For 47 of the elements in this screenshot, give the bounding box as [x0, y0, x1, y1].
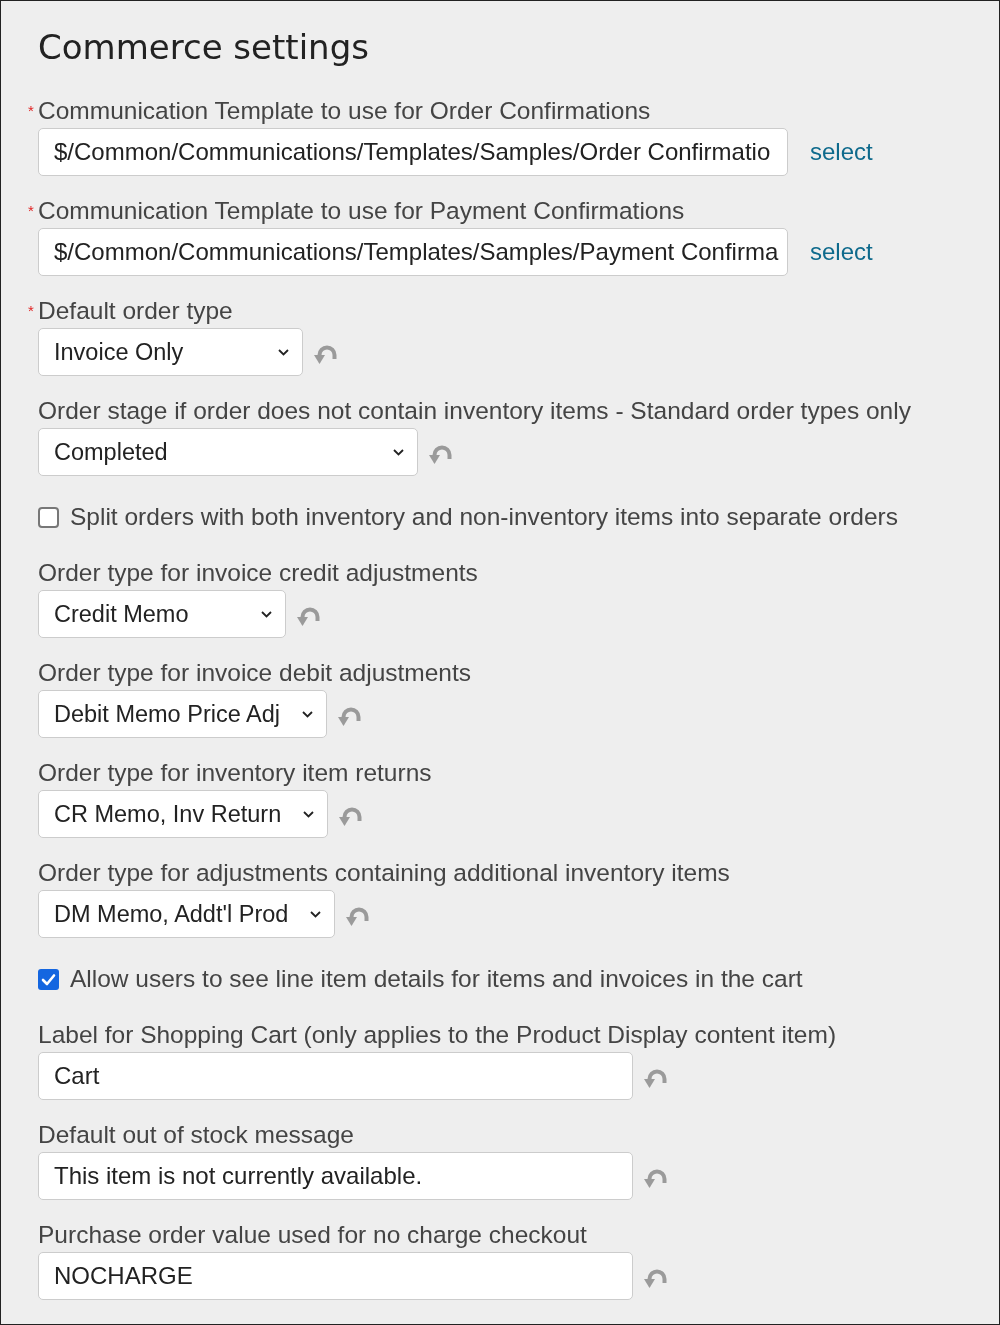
- page-title: Commerce settings: [38, 28, 369, 66]
- chevron-down-icon: [261, 610, 272, 618]
- text-field[interactable]: Cart: [38, 1052, 633, 1100]
- chevron-down-icon: [393, 448, 404, 456]
- field-label: Default order type: [38, 296, 233, 326]
- dropdown-select[interactable]: Invoice Only: [38, 328, 303, 376]
- chevron-down-icon: [303, 810, 315, 818]
- field-label: Order type for inventory item returns: [38, 758, 432, 788]
- field-label: Default out of stock message: [38, 1120, 354, 1150]
- field-label: Order type for invoice credit adjustments: [38, 558, 478, 588]
- revert-icon[interactable]: [338, 806, 363, 826]
- field-label: Communication Template to use for Order Confirmations: [38, 96, 651, 126]
- field-label: Communication Template to use for Payment Confirmations: [38, 196, 685, 226]
- dropdown-select[interactable]: Completed: [38, 428, 418, 476]
- revert-icon[interactable]: [345, 906, 370, 926]
- dropdown-select[interactable]: Debit Memo Price Adj: [38, 690, 327, 738]
- chevron-down-icon: [278, 348, 289, 356]
- revert-icon[interactable]: [643, 1068, 667, 1088]
- revert-icon[interactable]: [336, 706, 361, 726]
- dropdown-select[interactable]: DM Memo, Addt'l Prod: [38, 890, 336, 938]
- revert-icon[interactable]: [428, 444, 452, 464]
- template-path-field[interactable]: $/Common/Communications/Templates/Samples/Payment Confirma: [38, 228, 788, 276]
- revert-icon[interactable]: [643, 1168, 667, 1188]
- revert-icon[interactable]: [313, 344, 337, 364]
- required-mark: *: [28, 303, 35, 318]
- required-mark: *: [28, 103, 35, 118]
- checkbox[interactable]: [38, 968, 59, 990]
- text-field[interactable]: This item is not currently available.: [38, 1152, 633, 1200]
- field-label: Purchase order value used for no charge checkout: [38, 1220, 587, 1250]
- select-link[interactable]: select: [810, 238, 873, 266]
- dropdown-select[interactable]: Credit Memo: [38, 590, 286, 638]
- dropdown-select[interactable]: CR Memo, Inv Return: [38, 790, 329, 838]
- chevron-down-icon: [301, 710, 313, 718]
- template-path-field[interactable]: $/Common/Communications/Templates/Samples/Order Confirmatio: [38, 128, 788, 176]
- revert-icon[interactable]: [296, 606, 320, 626]
- field-label: Order type for adjustments containing additional inventory items: [38, 858, 730, 888]
- checkbox-label: Allow users to see line item details for items and invoices in the cart: [70, 964, 803, 994]
- checkbox[interactable]: [38, 506, 59, 528]
- revert-icon[interactable]: [643, 1268, 667, 1288]
- required-mark: *: [28, 203, 35, 218]
- field-label: Order type for invoice debit adjustments: [38, 658, 472, 688]
- field-label: Order stage if order does not contain inventory items - Standard order types only: [38, 396, 911, 426]
- field-label: Label for Shopping Cart (only applies to the Product Display content item): [38, 1020, 837, 1050]
- chevron-down-icon: [310, 910, 322, 918]
- checkbox-label: Split orders with both inventory and non-inventory items into separate orders: [70, 502, 898, 532]
- select-link[interactable]: select: [810, 138, 873, 166]
- text-field[interactable]: NOCHARGE: [38, 1252, 633, 1300]
